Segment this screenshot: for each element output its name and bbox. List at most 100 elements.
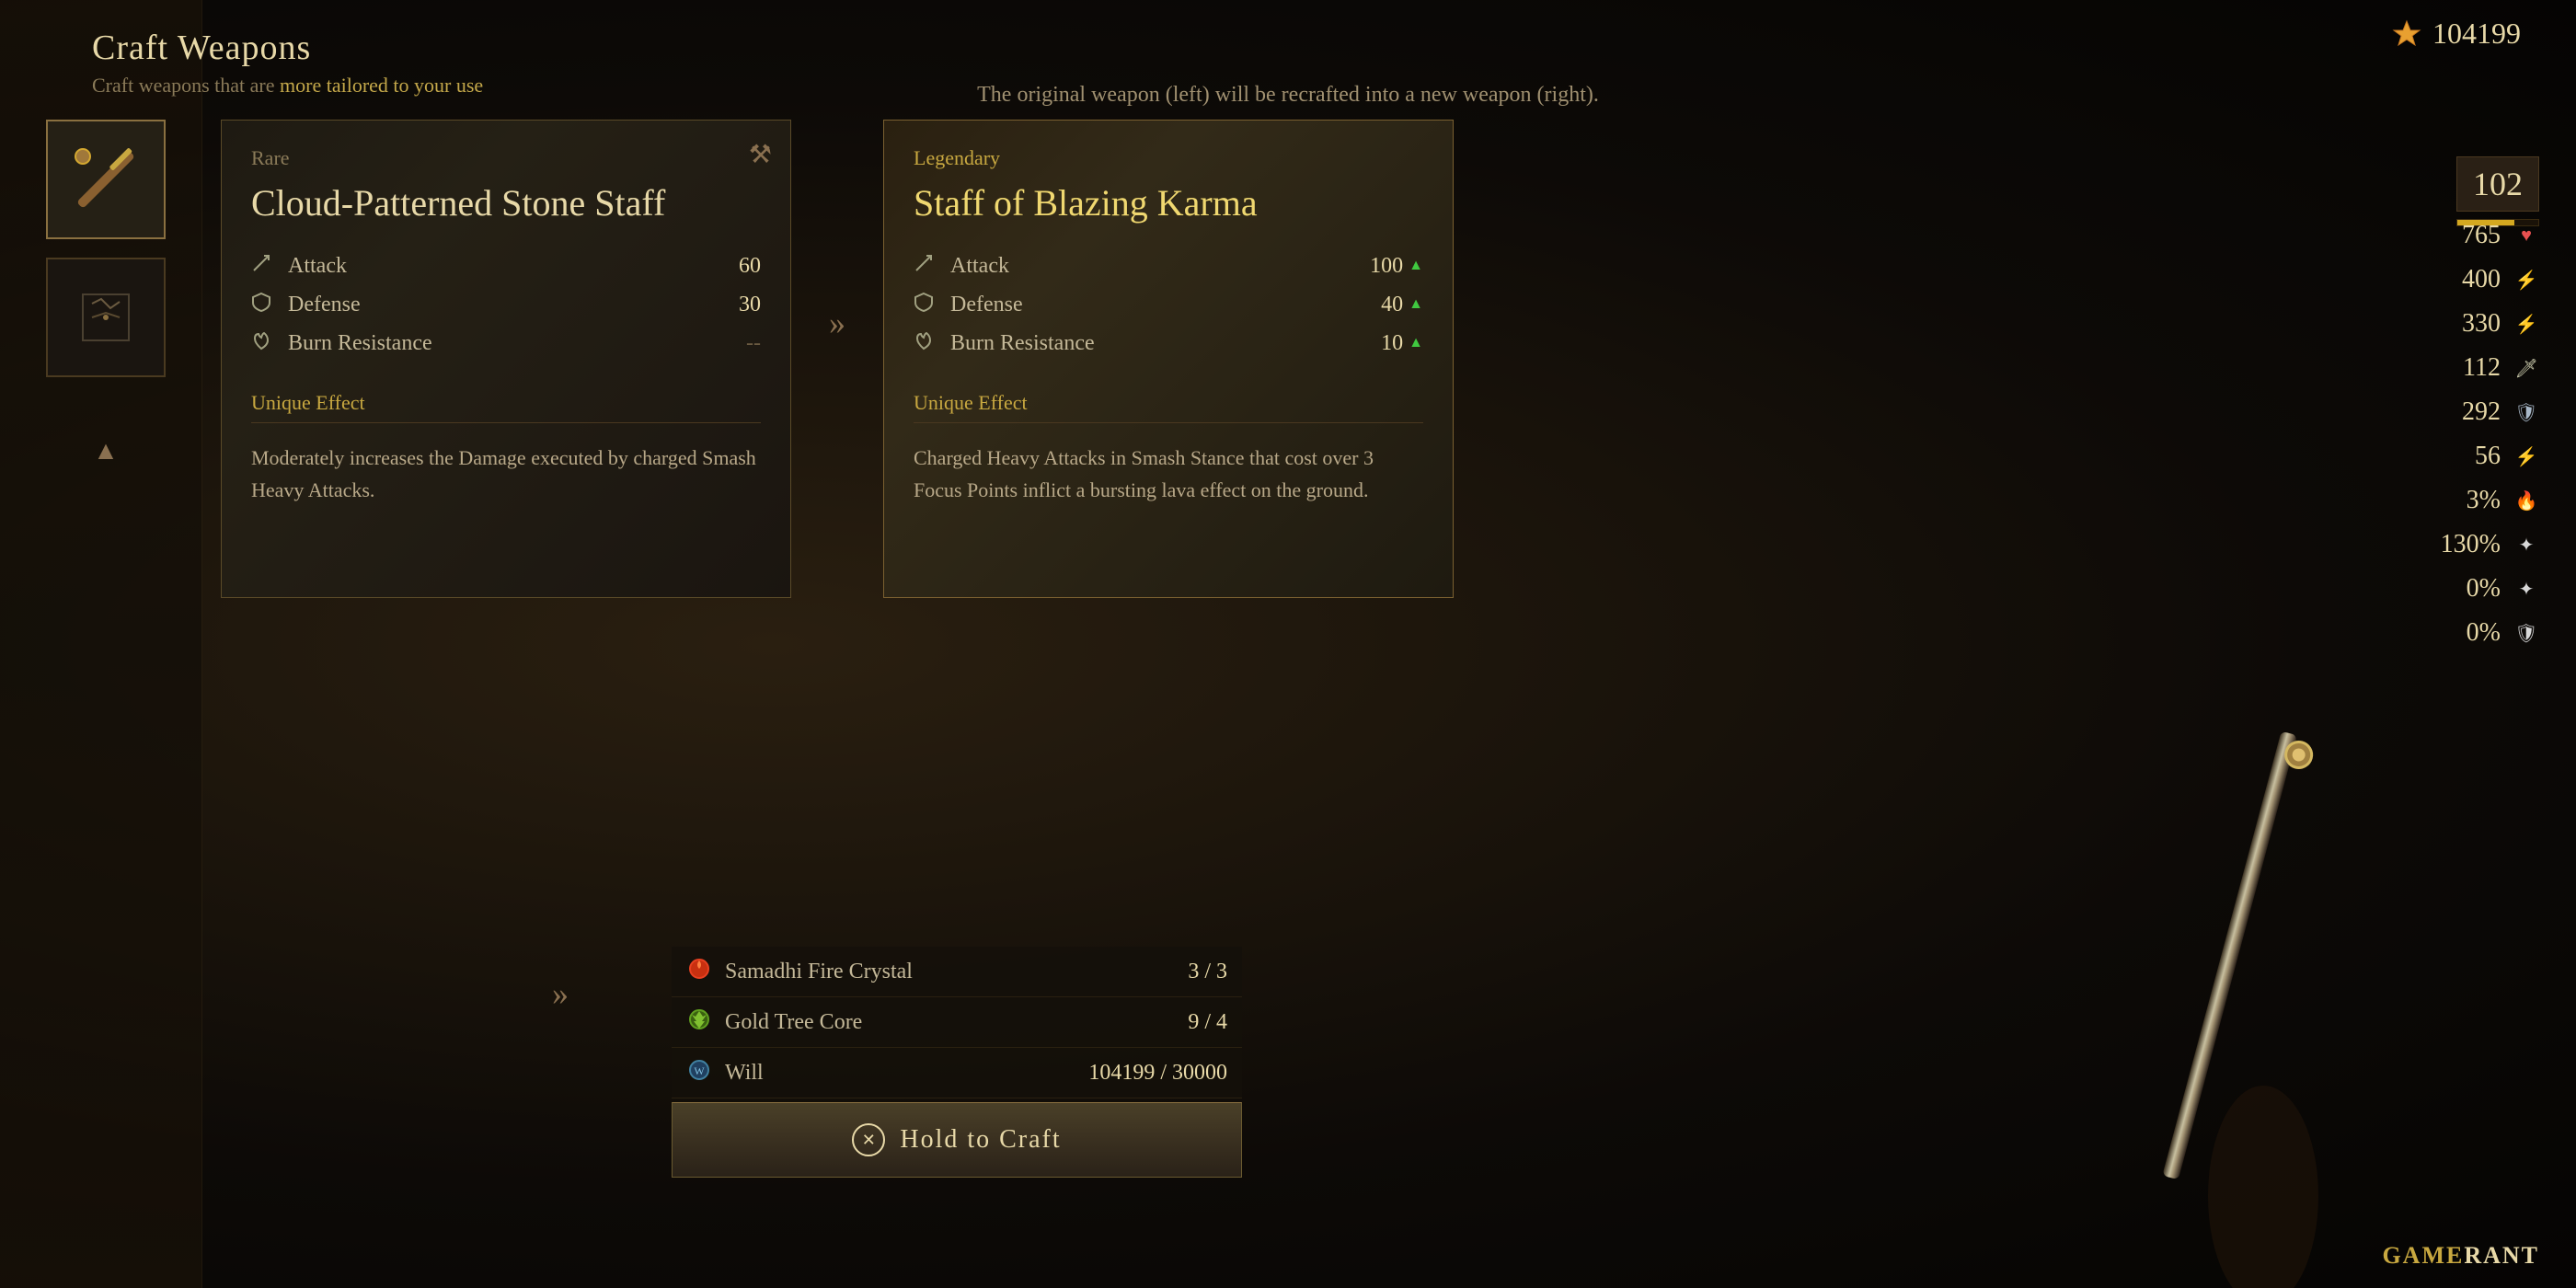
original-burn-label: Burn Resistance <box>288 331 735 356</box>
conversion-arrow: » <box>791 120 883 342</box>
original-attack-label: Attack <box>288 254 728 279</box>
inventory-slot-1[interactable] <box>46 120 166 239</box>
crafted-burn-label: Burn Resistance <box>950 331 1370 356</box>
crafted-weapon-name: Staff of Blazing Karma <box>914 181 1423 225</box>
crafted-burn-value: 10 ▲ <box>1381 331 1423 356</box>
stat-focus: 330 ⚡ <box>2427 309 2539 339</box>
health-icon: ♥ <box>2513 223 2539 248</box>
bonus2-value: 0% <box>2427 618 2501 648</box>
craft-button-icon: ✕ <box>852 1123 885 1156</box>
craft-button[interactable]: ✕ Hold to Craft <box>672 1102 1242 1178</box>
svg-text:W: W <box>694 1064 705 1077</box>
crafted-attack-row: Attack 100 ▲ <box>914 253 1423 279</box>
will-name: Will <box>725 1061 1075 1086</box>
instruction-text: The original weapon (left) will be recra… <box>0 83 2576 108</box>
stat-stamina: 400 ⚡ <box>2427 265 2539 294</box>
original-defense-row: Defense 30 <box>251 292 761 317</box>
gold-tree-icon <box>686 1006 712 1038</box>
weapons-comparison: Rare ⚒ Cloud-Patterned Stone Staff Attac… <box>221 120 2429 598</box>
attack-icon: 🗡 <box>2513 355 2539 381</box>
burn-icon: 🔥 <box>2513 488 2539 513</box>
gold-tree-count: 9 / 4 <box>1188 1010 1227 1035</box>
original-defense-value: 30 <box>739 293 761 317</box>
bonus1-value: 0% <box>2427 574 2501 604</box>
original-unique-text: Moderately increases the Damage executed… <box>251 442 761 506</box>
burn-value: 3% <box>2427 486 2501 515</box>
original-burn-icon <box>251 330 277 356</box>
health-value: 765 <box>2427 221 2501 250</box>
burn-up-arrow: ▲ <box>1409 335 1423 351</box>
slot-2-inner <box>48 259 164 375</box>
speed-icon: ⚡ <box>2513 443 2539 469</box>
original-rarity: Rare <box>251 146 761 170</box>
level-value: 102 <box>2473 165 2523 203</box>
material-fire-crystal: Samadhi Fire Crystal 3 / 3 <box>672 947 1242 997</box>
crafted-attack-label: Attack <box>950 254 1359 279</box>
attack-value: 112 <box>2427 353 2501 383</box>
will-icon: W <box>686 1057 712 1088</box>
defense-up-arrow: ▲ <box>1409 296 1423 313</box>
crit-value: 130% <box>2427 530 2501 559</box>
attack-up-arrow: ▲ <box>1409 258 1423 274</box>
page-title: Craft Weapons <box>92 28 2521 68</box>
stat-burn: 3% 🔥 <box>2427 486 2539 515</box>
bonus2-icon: 🛡 <box>2513 620 2539 646</box>
crafted-attack-value: 100 ▲ <box>1370 254 1423 279</box>
original-attack-row: Attack 60 <box>251 253 761 279</box>
stat-bonus1: 0% ✦ <box>2427 574 2539 604</box>
inventory-slot-2[interactable] <box>46 258 166 377</box>
gold-tree-name: Gold Tree Core <box>725 1010 1175 1035</box>
currency-display: 104199 <box>2392 17 2521 51</box>
stat-speed: 56 ⚡ <box>2427 442 2539 471</box>
crafted-defense-icon <box>914 292 939 317</box>
stamina-icon: ⚡ <box>2513 267 2539 293</box>
original-attack-icon <box>251 253 277 279</box>
stat-defense: 292 🛡 <box>2427 397 2539 427</box>
original-burn-row: Burn Resistance -- <box>251 330 761 356</box>
original-weapon-card: Rare ⚒ Cloud-Patterned Stone Staff Attac… <box>221 120 791 598</box>
currency-icon <box>2392 19 2421 49</box>
weapon-preview <box>1987 644 2447 1288</box>
defense-value: 292 <box>2427 397 2501 427</box>
weapon-preview-svg <box>1987 644 2447 1288</box>
focus-icon: ⚡ <box>2513 311 2539 337</box>
defense-icon: 🛡 <box>2513 399 2539 425</box>
watermark-rant: RANT <box>2464 1242 2539 1269</box>
crafted-burn-row: Burn Resistance 10 ▲ <box>914 330 1423 356</box>
original-defense-icon <box>251 292 277 317</box>
materials-arrow: » <box>552 974 569 1013</box>
original-stats: Attack 60 Defense 30 Burn Resistance -- <box>251 253 761 356</box>
original-weapon-name: Cloud-Patterned Stone Staff <box>251 181 761 225</box>
level-box: 102 <box>2456 156 2539 212</box>
material-will: W Will 104199 / 30000 <box>672 1048 1242 1098</box>
crafted-defense-row: Defense 40 ▲ <box>914 292 1423 317</box>
stats-panel: 765 ♥ 400 ⚡ 330 ⚡ 112 🗡 292 🛡 56 ⚡ 3% 🔥 … <box>2427 221 2539 648</box>
gamerant-watermark: GAMERANT <box>2382 1242 2539 1270</box>
inventory-slots: ▲ <box>46 120 166 434</box>
crafted-defense-value: 40 ▲ <box>1381 293 1423 317</box>
map-item-icon <box>74 285 138 350</box>
material-gold-tree: Gold Tree Core 9 / 4 <box>672 997 1242 1048</box>
weapon-staff-icon <box>64 138 147 221</box>
crafted-rarity: Legendary <box>914 146 1423 170</box>
original-unique-header: Unique Effect <box>251 384 761 423</box>
fire-crystal-count: 3 / 3 <box>1188 960 1227 984</box>
focus-value: 330 <box>2427 309 2501 339</box>
stat-bonus2: 0% 🛡 <box>2427 618 2539 648</box>
speed-value: 56 <box>2427 442 2501 471</box>
crafted-unique-text: Charged Heavy Attacks in Smash Stance th… <box>914 442 1423 506</box>
fire-crystal-name: Samadhi Fire Crystal <box>725 960 1175 984</box>
crafted-weapon-card: Legendary Staff of Blazing Karma Attack … <box>883 120 1454 598</box>
stat-attack: 112 🗡 <box>2427 353 2539 383</box>
will-count: 104199 / 30000 <box>1088 1061 1227 1086</box>
materials-area: » Samadhi Fire Crystal 3 / 3 Gold Tree C… <box>672 947 1242 1178</box>
scroll-up-arrow[interactable]: ▲ <box>46 437 166 466</box>
crafted-stats: Attack 100 ▲ Defense 40 ▲ Burn Resistanc… <box>914 253 1423 356</box>
slot-1-inner <box>48 121 164 237</box>
currency-amount: 104199 <box>2432 17 2521 51</box>
bonus1-icon: ✦ <box>2513 576 2539 602</box>
level-display: 102 <box>2456 156 2539 226</box>
original-attack-value: 60 <box>739 254 761 279</box>
watermark-game: GAME <box>2382 1242 2464 1269</box>
crafted-burn-icon <box>914 330 939 356</box>
